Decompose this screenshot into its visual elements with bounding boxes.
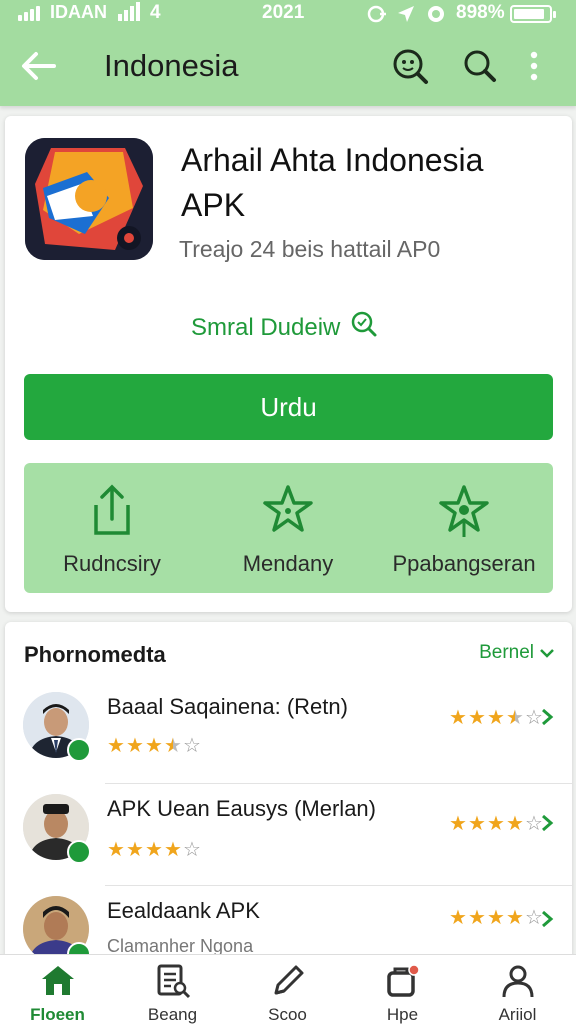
review-link-label: Smral Dudeiw bbox=[191, 313, 341, 341]
rating-stars: ★ ★ ★ ★ ☆ bbox=[107, 736, 201, 756]
action-panel: Rudncsiry Mendany Ppabangseran bbox=[24, 463, 553, 593]
app-bar: Indonesia bbox=[0, 28, 576, 106]
profile-icon bbox=[502, 965, 533, 998]
star-icon: ★ bbox=[506, 907, 524, 929]
nav-home-label: Floeen bbox=[30, 1005, 85, 1024]
app-title: Arhail Ahta Indonesia APK bbox=[181, 142, 484, 223]
pen-icon bbox=[274, 965, 303, 995]
document-search-icon bbox=[157, 964, 190, 999]
more-vert-icon[interactable] bbox=[522, 46, 546, 86]
review-name: APK Uean Eausys (Merlan) bbox=[107, 796, 376, 821]
star-icon: ★ bbox=[487, 813, 505, 835]
review-link[interactable]: Smral Dudeiw bbox=[191, 310, 378, 345]
nav-hpe-label: Hpe bbox=[386, 1005, 419, 1024]
star-icon: ★ bbox=[506, 813, 524, 835]
nav-home[interactable]: Floeen bbox=[0, 955, 115, 1024]
network-bars-icon bbox=[118, 2, 144, 28]
star-icon: ★ bbox=[164, 839, 182, 861]
app-logo-icon bbox=[25, 138, 153, 260]
star-icon: ★ bbox=[449, 907, 467, 929]
rating-stars-side: ★ ★ ★ ★ ☆ bbox=[449, 708, 543, 728]
status-bar: IDAAN 4 2021 898% bbox=[0, 0, 576, 28]
star-icon: ★ bbox=[468, 907, 486, 929]
star-icon: ★ bbox=[468, 813, 486, 835]
home-icon bbox=[41, 966, 74, 995]
see-more-link[interactable]: Bernel bbox=[479, 642, 554, 664]
action-share[interactable]: Rudncsiry bbox=[24, 463, 200, 593]
sync-icon bbox=[366, 4, 388, 30]
star-icon: ★ bbox=[487, 907, 505, 929]
install-button[interactable]: Urdu bbox=[24, 374, 553, 440]
star-icon bbox=[263, 485, 313, 532]
chevron-down-icon bbox=[540, 649, 554, 658]
nav-scoo[interactable]: Scoo bbox=[230, 955, 345, 1024]
nav-beang[interactable]: Beang bbox=[115, 955, 230, 1024]
review-row[interactable]: Eealdaank APK Clamanher Ngona ★ ★ ★ ★ ☆ bbox=[5, 886, 572, 962]
search-icon[interactable] bbox=[460, 46, 500, 86]
star-icon: ★ bbox=[126, 735, 144, 757]
search-face-icon[interactable] bbox=[390, 46, 430, 86]
search-check-icon bbox=[350, 310, 378, 345]
share-icon bbox=[94, 484, 130, 535]
carrier-name: IDAAN bbox=[50, 2, 107, 22]
star-icon: ★ bbox=[145, 839, 163, 861]
network-type: 4 bbox=[150, 2, 161, 23]
star-icon: ★ bbox=[164, 735, 182, 757]
review-row[interactable]: APK Uean Eausys (Merlan) ★ ★ ★ ★ ☆ ★ ★ ★ ★ ☆ bbox=[5, 784, 572, 886]
battery-icon bbox=[510, 5, 556, 23]
app-subtitle: Treajo 24 beis hattail AP0 bbox=[179, 236, 441, 262]
star-icon: ★ bbox=[468, 707, 486, 729]
app-info-card: Arhail Ahta Indonesia APK Treajo 24 beis… bbox=[5, 116, 572, 612]
review-row[interactable]: Baaal Saqainena: (Retn) ★ ★ ★ ★ ☆ ★ ★ ★ ★ ☆ bbox=[5, 682, 572, 784]
star-icon: ★ bbox=[107, 735, 125, 757]
rating-stars-side: ★ ★ ★ ★ ☆ bbox=[449, 908, 543, 928]
nav-profile[interactable]: Ariiol bbox=[460, 955, 575, 1024]
location-icon bbox=[396, 4, 416, 30]
review-name: Eealdaank APK bbox=[107, 898, 260, 923]
see-more-label: Bernel bbox=[479, 642, 534, 663]
reviews-card: Phornomedta Bernel Baaal Saqainena: (Ret… bbox=[5, 622, 572, 962]
action-rate[interactable]: Mendany bbox=[200, 463, 376, 593]
notification-icon bbox=[386, 964, 420, 997]
page-title: Indonesia bbox=[104, 48, 239, 83]
star-icon: ☆ bbox=[183, 839, 201, 861]
battery-percent: 898% bbox=[456, 2, 505, 23]
nav-beang-label: Beang bbox=[147, 1005, 198, 1024]
verified-badge-icon bbox=[67, 738, 91, 762]
action-share-label: Rudncsiry bbox=[63, 551, 161, 576]
action-rate-label: Mendany bbox=[242, 551, 334, 576]
star-icon: ★ bbox=[145, 735, 163, 757]
star-icon: ★ bbox=[506, 707, 524, 729]
badge-star-icon bbox=[439, 485, 489, 537]
review-name: Baaal Saqainena: (Retn) bbox=[107, 694, 348, 719]
bottom-nav: Floeen Beang Scoo Hpe Ariiol bbox=[0, 954, 576, 1024]
action-badge[interactable]: Ppabangseran bbox=[376, 463, 552, 593]
star-icon: ★ bbox=[449, 707, 467, 729]
nav-profile-label: Ariiol bbox=[498, 1005, 537, 1024]
alarm-icon bbox=[426, 4, 446, 30]
verified-badge-icon bbox=[67, 840, 91, 864]
star-icon: ★ bbox=[487, 707, 505, 729]
star-icon: ★ bbox=[107, 839, 125, 861]
top-bar: IDAAN 4 2021 898% Indonesia bbox=[0, 0, 576, 106]
section-title: Phornomedta bbox=[24, 642, 166, 667]
rating-stars-side: ★ ★ ★ ★ ☆ bbox=[449, 814, 543, 834]
status-time: 2021 bbox=[262, 2, 305, 23]
star-icon: ★ bbox=[449, 813, 467, 835]
chevron-right-icon[interactable] bbox=[540, 708, 554, 726]
chevron-right-icon[interactable] bbox=[540, 814, 554, 832]
star-icon: ☆ bbox=[183, 735, 201, 757]
rating-stars: ★ ★ ★ ★ ☆ bbox=[107, 840, 201, 860]
nav-hpe[interactable]: Hpe bbox=[345, 955, 460, 1024]
star-icon: ★ bbox=[126, 839, 144, 861]
action-badge-label: Ppabangseran bbox=[392, 551, 536, 576]
chevron-right-icon[interactable] bbox=[540, 910, 554, 928]
back-arrow-icon[interactable] bbox=[18, 48, 58, 84]
nav-scoo-label: Scoo bbox=[268, 1005, 307, 1024]
signal-icon bbox=[18, 6, 40, 21]
